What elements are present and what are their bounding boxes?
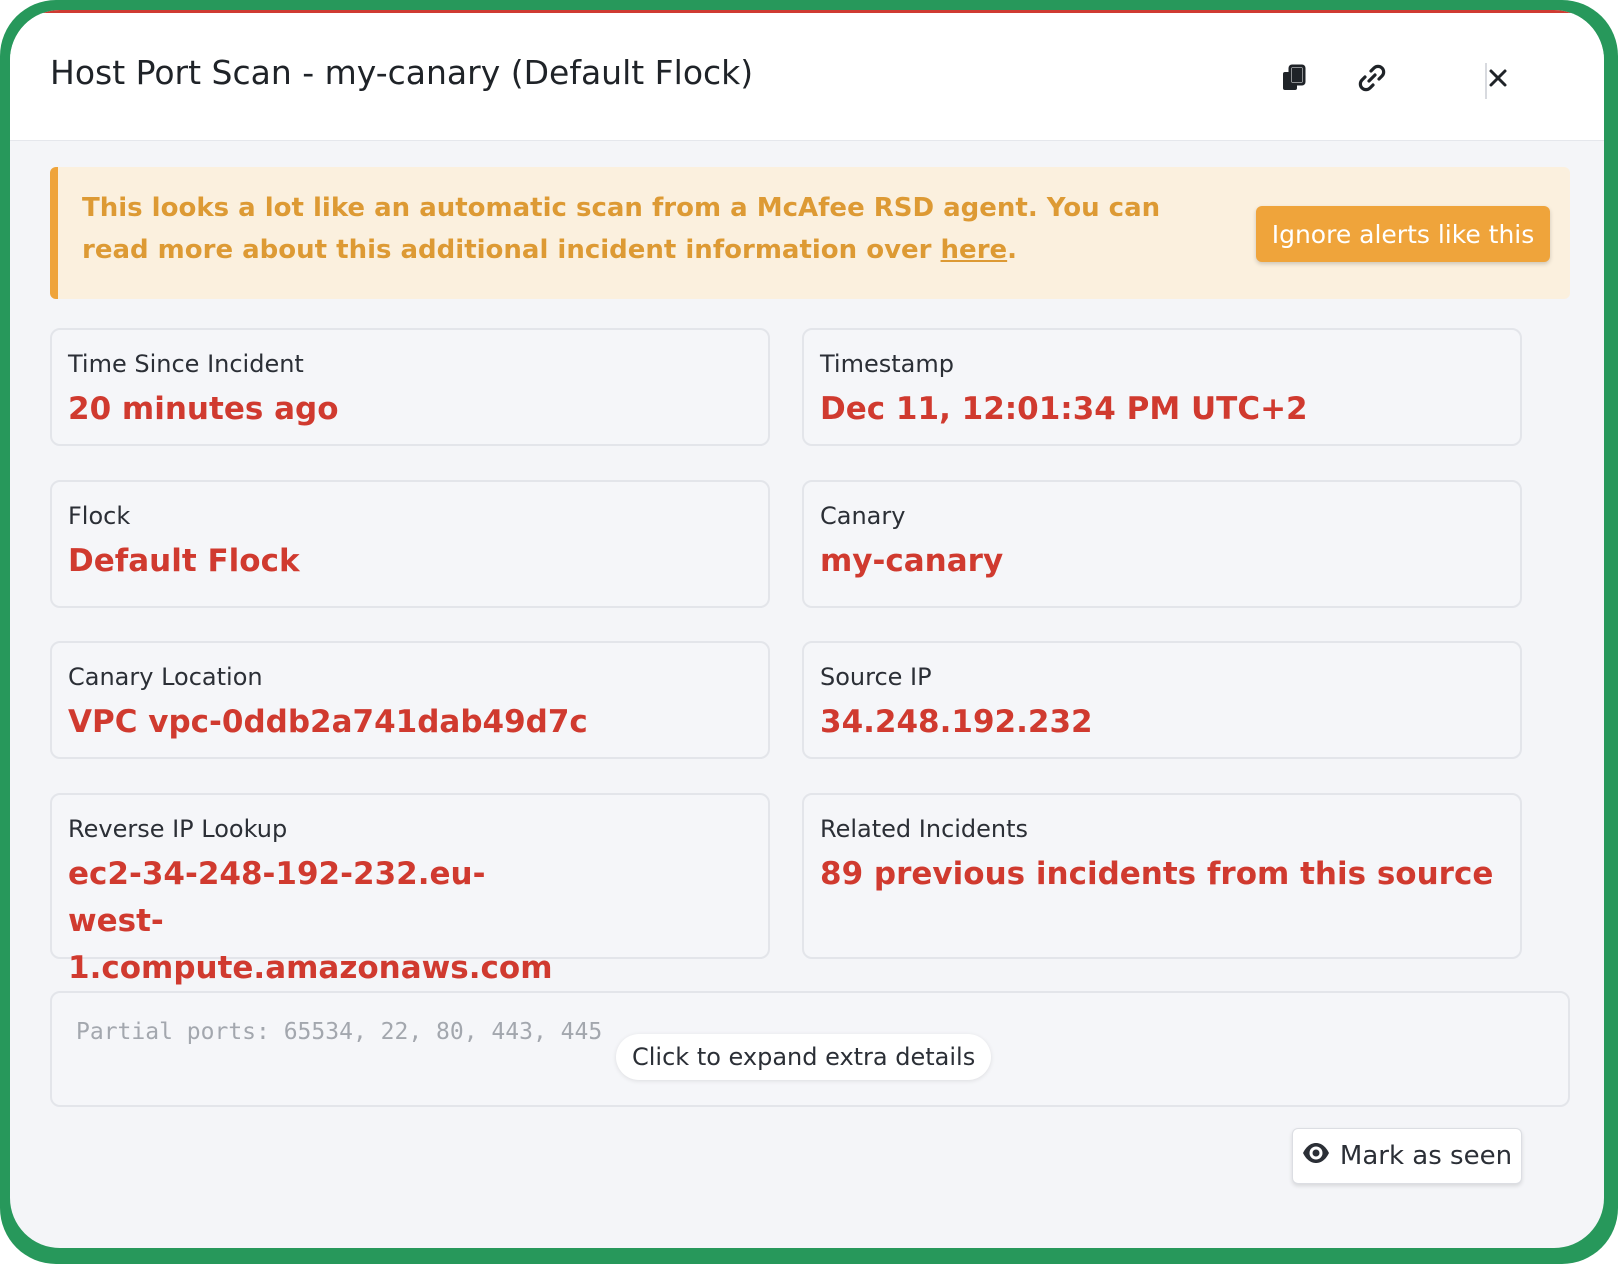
eye-icon: [1302, 1141, 1330, 1171]
partial-ports-text: Partial ports: 65534, 22, 80, 443, 445: [76, 1019, 603, 1045]
link-icon[interactable]: [1355, 61, 1389, 95]
related-incidents-link[interactable]: 89 previous incidents from this source: [820, 851, 1506, 898]
incident-modal: Host Port Scan - my-canary (Default Floc…: [10, 10, 1604, 1248]
card-label: Source IP: [820, 663, 932, 691]
mark-as-seen-label: Mark as seen: [1339, 1141, 1513, 1171]
card-label: Canary: [820, 502, 906, 530]
alert-here-link[interactable]: here: [941, 235, 1008, 265]
card-value: my-canary: [820, 543, 1004, 579]
card-value: 34.248.192.232: [820, 704, 1093, 740]
card-value: VPC vpc-0ddb2a741dab49d7c: [68, 704, 588, 740]
card-label: Related Incidents: [820, 815, 1029, 843]
card-value: 20 minutes ago: [68, 391, 339, 427]
card-value: Default Flock: [68, 543, 300, 579]
card-label: Flock: [68, 502, 131, 530]
card-value: Dec 11, 12:01:34 PM UTC+2: [820, 391, 1308, 427]
extra-details-panel[interactable]: Partial ports: 65534, 22, 80, 443, 445 C…: [50, 991, 1570, 1107]
alert-message: This looks a lot like an automatic scan …: [82, 187, 1202, 271]
copy-icon[interactable]: [1277, 61, 1311, 95]
source-ip-card: Source IP 34.248.192.232: [802, 641, 1522, 759]
mark-as-seen-button[interactable]: Mark as seen: [1292, 1128, 1522, 1184]
card-label: Time Since Incident: [68, 350, 304, 378]
card-value: ec2-34-248-192-232.eu-west-1.compute.ama…: [68, 856, 553, 986]
mcafee-scan-alert: This looks a lot like an automatic scan …: [50, 167, 1570, 299]
flock-card: Flock Default Flock: [50, 480, 770, 608]
timestamp-card: Timestamp Dec 11, 12:01:34 PM UTC+2: [802, 328, 1522, 446]
expand-details-button[interactable]: Click to expand extra details: [616, 1034, 992, 1080]
time-since-incident-card: Time Since Incident 20 minutes ago: [50, 328, 770, 446]
related-incidents-card[interactable]: Related Incidents 89 previous incidents …: [802, 793, 1522, 959]
reverse-ip-lookup-card: Reverse IP Lookup ec2-34-248-192-232.eu-…: [50, 793, 770, 986]
card-label: Reverse IP Lookup: [68, 815, 288, 843]
canary-card: Canary my-canary: [802, 480, 1522, 608]
modal-header: Host Port Scan - my-canary (Default Floc…: [10, 13, 1604, 141]
alert-text-end: .: [1007, 235, 1018, 265]
ignore-alerts-button[interactable]: Ignore alerts like this: [1256, 206, 1550, 262]
modal-title: Host Port Scan - my-canary (Default Floc…: [50, 53, 754, 92]
card-label: Canary Location: [68, 663, 263, 691]
canary-location-card: Canary Location VPC vpc-0ddb2a741dab49d7…: [50, 641, 770, 759]
card-label: Timestamp: [820, 350, 954, 378]
close-icon[interactable]: [1481, 61, 1515, 95]
